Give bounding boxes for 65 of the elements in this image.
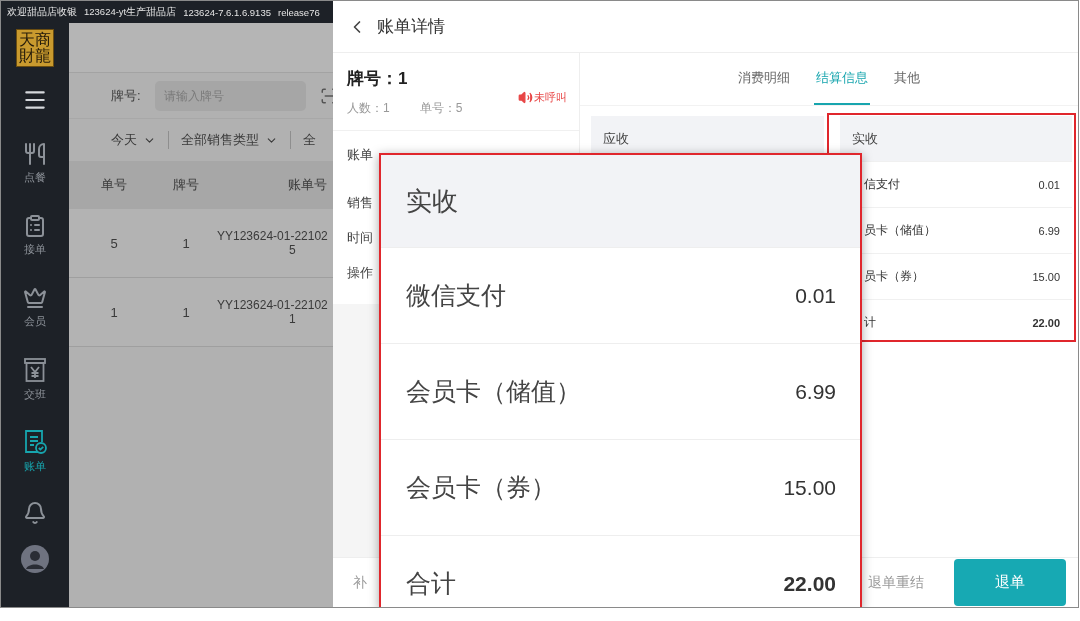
avatar-icon[interactable] xyxy=(21,545,49,573)
table-cell-text: 5 xyxy=(109,235,119,251)
info-label: 操作 xyxy=(347,265,373,282)
payment-label: 会员卡（券） xyxy=(406,472,556,503)
order-number: 单号：5 xyxy=(419,100,463,117)
info-label: 时间 xyxy=(347,230,373,247)
payment-amount: 15.00 xyxy=(1032,270,1060,283)
speaker-icon xyxy=(518,89,533,105)
payment-label: 会员卡（储值） xyxy=(406,376,581,407)
people-count: 人数：1 xyxy=(347,100,390,117)
clipboard-icon xyxy=(23,213,47,238)
column-header: 牌号 xyxy=(172,176,200,194)
tab[interactable]: 结算信息 xyxy=(814,53,870,105)
payment-amount: 0.01 xyxy=(795,283,836,308)
nav-item[interactable]: 账单 xyxy=(23,415,47,487)
card-title: 实收 xyxy=(839,116,1072,161)
payment-label: 计 xyxy=(863,314,876,331)
table-cell-text: YY123624-01-22102 5 xyxy=(216,228,329,258)
scan-icon[interactable] xyxy=(319,86,333,105)
receipt-check-icon xyxy=(23,428,47,455)
table-cell-text: 1 xyxy=(181,235,191,251)
tab[interactable]: 消费明细 xyxy=(736,53,792,105)
nav-item[interactable]: 交班 xyxy=(23,343,47,415)
payment-label: 员卡（储值） xyxy=(863,222,936,239)
utensils-icon xyxy=(23,141,47,166)
call-status: 未呼叫 xyxy=(534,89,567,105)
table-cell-text: 1 xyxy=(109,304,119,320)
status-text: 欢迎甜品店收银 xyxy=(7,5,77,19)
bell-icon[interactable] xyxy=(23,501,47,525)
payment-label: 信支付 xyxy=(863,176,900,193)
callout-title: 实收 xyxy=(381,155,860,247)
info-label: 销售 xyxy=(347,195,373,212)
logo: 天商財龍 xyxy=(16,29,54,67)
filter-dropdown[interactable]: 全部销售类型 xyxy=(181,131,278,149)
table-cell-text: YY123624-01-22102 1 xyxy=(216,297,329,327)
status-text: 123624-7.6.1.6.9135 xyxy=(183,6,271,18)
refund-resettle-button[interactable]: 退单重结 xyxy=(868,573,924,592)
filter-dropdown[interactable]: 全 xyxy=(303,131,316,149)
crown-icon xyxy=(23,285,47,310)
payment-label: 员卡（券） xyxy=(863,268,924,285)
table-cell-text: 1 xyxy=(181,304,191,320)
plate-number: 牌号：1 xyxy=(347,68,409,90)
column-header: 单号 xyxy=(100,176,128,194)
filter-label: 牌号: xyxy=(111,86,141,105)
payment-amount: 6.99 xyxy=(1038,224,1060,237)
nav-item[interactable]: 点餐 xyxy=(23,127,47,199)
info-label: 账单 xyxy=(347,147,373,164)
payment-amount: 6.99 xyxy=(795,379,836,404)
payment-label: 合计 xyxy=(406,568,456,599)
footer-text: 补 xyxy=(353,573,367,592)
nav-item[interactable]: 会员 xyxy=(23,271,47,343)
status-text: 123624-yt生产甜品店 xyxy=(84,5,177,19)
refund-button[interactable]: 退单 xyxy=(954,559,1066,606)
status-text: release76 xyxy=(277,6,320,18)
nav-item[interactable]: 接单 xyxy=(23,199,47,271)
tab[interactable]: 其他 xyxy=(892,53,922,105)
payment-amount: 0.01 xyxy=(1038,178,1060,191)
yen-box-icon xyxy=(23,356,47,383)
column-header: 账单号 xyxy=(287,176,327,194)
payment-amount: 15.00 xyxy=(783,475,836,500)
filter-dropdown[interactable]: 今天 xyxy=(111,131,156,149)
payment-label: 微信支付 xyxy=(406,280,506,311)
payment-amount: 22.00 xyxy=(783,571,836,596)
payment-amount: 22.00 xyxy=(1032,316,1060,329)
drawer-title: 账单详情 xyxy=(377,16,445,38)
